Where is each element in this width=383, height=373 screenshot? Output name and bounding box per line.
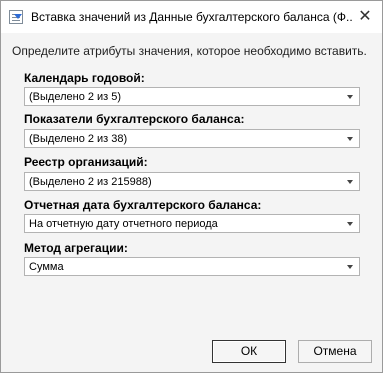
ok-button[interactable]: ОК bbox=[212, 340, 286, 363]
chevron-down-icon bbox=[347, 95, 353, 99]
table-insert-icon bbox=[9, 10, 23, 24]
chevron-down-icon bbox=[347, 222, 353, 226]
aggregation-combobox-value: Сумма bbox=[29, 261, 64, 273]
organizations-label: Реестр организаций: bbox=[24, 155, 148, 169]
indicators-label: Показатели бухгалтерского баланса: bbox=[24, 112, 245, 126]
instruction-text: Определите атрибуты значения, которое не… bbox=[12, 44, 367, 58]
window-title: Вставка значений из Данные бухгалтерског… bbox=[31, 10, 353, 24]
report-date-combobox-value: На отчетную дату отчетного периода bbox=[29, 218, 218, 230]
calendar-label: Календарь годовой: bbox=[24, 71, 145, 85]
cancel-button[interactable]: Отмена bbox=[298, 340, 372, 363]
indicators-combobox[interactable]: (Выделено 2 из 38) bbox=[24, 129, 360, 148]
chevron-down-icon bbox=[347, 180, 353, 184]
close-button[interactable]: ✕ bbox=[353, 5, 377, 29]
report-date-label: Отчетная дата бухгалтерского баланса: bbox=[24, 198, 262, 212]
organizations-combobox[interactable]: (Выделено 2 из 215988) bbox=[24, 172, 360, 191]
chevron-down-icon bbox=[347, 137, 353, 141]
report-date-combobox[interactable]: На отчетную дату отчетного периода bbox=[24, 214, 360, 233]
calendar-combobox[interactable]: (Выделено 2 из 5) bbox=[24, 87, 360, 106]
chevron-down-icon bbox=[347, 265, 353, 269]
calendar-combobox-value: (Выделено 2 из 5) bbox=[29, 91, 122, 103]
title-bar: Вставка значений из Данные бухгалтерског… bbox=[1, 1, 382, 33]
indicators-combobox-value: (Выделено 2 из 38) bbox=[29, 133, 128, 145]
aggregation-label: Метод агрегации: bbox=[24, 241, 128, 255]
organizations-combobox-value: (Выделено 2 из 215988) bbox=[29, 176, 152, 188]
insert-values-dialog: Вставка значений из Данные бухгалтерског… bbox=[0, 0, 383, 373]
aggregation-combobox[interactable]: Сумма bbox=[24, 257, 360, 276]
